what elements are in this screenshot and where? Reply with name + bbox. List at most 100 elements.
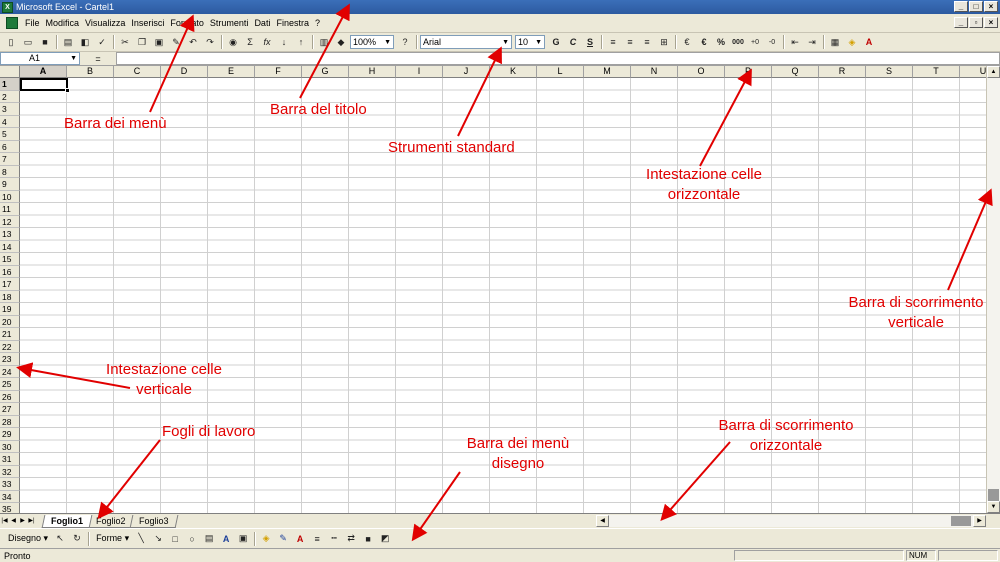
menu-finestra[interactable]: Finestra xyxy=(273,18,312,28)
column-header-n[interactable]: N xyxy=(631,66,678,78)
scroll-down-button[interactable]: ▼ xyxy=(987,501,1000,513)
row-header-35[interactable]: 35 xyxy=(0,503,20,513)
column-header-u[interactable]: U xyxy=(960,66,986,78)
save-icon[interactable]: ■ xyxy=(37,35,53,50)
fill-color-icon[interactable]: ◈ xyxy=(258,531,274,546)
redo-icon[interactable]: ↷ xyxy=(202,35,218,50)
column-header-d[interactable]: D xyxy=(161,66,208,78)
row-header-11[interactable]: 11 xyxy=(0,203,20,216)
row-header-3[interactable]: 3 xyxy=(0,103,20,116)
row-header-26[interactable]: 26 xyxy=(0,390,20,403)
function-icon[interactable]: fx xyxy=(259,35,275,50)
name-box[interactable]: A1 ▼ xyxy=(0,52,80,65)
help-icon[interactable]: ? xyxy=(397,35,413,50)
scroll-up-button[interactable]: ▲ xyxy=(987,66,1000,78)
font-size-select[interactable]: 10 ▼ xyxy=(515,35,545,49)
row-header-1[interactable]: 1 xyxy=(0,78,20,91)
row-header-7[interactable]: 7 xyxy=(0,153,20,166)
column-header-o[interactable]: O xyxy=(678,66,725,78)
format-painter-icon[interactable]: ✎ xyxy=(168,35,184,50)
font-color-icon[interactable]: A xyxy=(861,35,877,50)
row-header-29[interactable]: 29 xyxy=(0,428,20,441)
sheet-tab-foglio1[interactable]: Foglio1 xyxy=(41,514,93,528)
decrease-decimal-icon[interactable]: -0 xyxy=(764,35,780,50)
row-header-23[interactable]: 23 xyxy=(0,353,20,366)
hyperlink-icon[interactable]: ◉ xyxy=(225,35,241,50)
arrow-icon[interactable]: ↘ xyxy=(150,531,166,546)
euro-icon[interactable]: € xyxy=(679,35,695,50)
print-icon[interactable]: ▤ xyxy=(60,35,76,50)
menu-modifica[interactable]: Modifica xyxy=(43,18,83,28)
workbook-icon[interactable] xyxy=(6,17,18,29)
menu-file[interactable]: File xyxy=(22,18,43,28)
increase-decimal-icon[interactable]: +0 xyxy=(747,35,763,50)
sheet-tab-foglio3[interactable]: Foglio3 xyxy=(129,514,178,528)
rectangle-icon[interactable]: □ xyxy=(167,531,183,546)
row-header-12[interactable]: 12 xyxy=(0,215,20,228)
column-header-l[interactable]: L xyxy=(537,66,584,78)
align-right-icon[interactable]: ≡ xyxy=(639,35,655,50)
wordart-icon[interactable]: A xyxy=(218,531,234,546)
row-header-5[interactable]: 5 xyxy=(0,128,20,141)
percent-button[interactable]: % xyxy=(713,35,729,50)
line-style-icon[interactable]: ≡ xyxy=(309,531,325,546)
free-rotate-icon[interactable]: ↻ xyxy=(69,531,85,546)
row-header-8[interactable]: 8 xyxy=(0,165,20,178)
excel-app-icon[interactable]: X xyxy=(2,1,13,13)
maximize-button[interactable]: □ xyxy=(969,1,983,12)
column-header-q[interactable]: Q xyxy=(772,66,819,78)
zoom-select[interactable]: 100% ▼ xyxy=(350,35,394,49)
drawing-icon[interactable]: ◆ xyxy=(333,35,349,50)
new-icon[interactable]: ▯ xyxy=(3,35,19,50)
font-name-select[interactable]: Arial ▼ xyxy=(420,35,512,49)
horizontal-scrollbar[interactable]: ◀ ▶ xyxy=(596,515,986,527)
row-header-27[interactable]: 27 xyxy=(0,403,20,416)
menu-dati[interactable]: Dati xyxy=(251,18,273,28)
row-header-22[interactable]: 22 xyxy=(0,340,20,353)
row-header-33[interactable]: 33 xyxy=(0,478,20,491)
horizontal-scroll-thumb[interactable] xyxy=(951,516,971,526)
workbook-restore-button[interactable]: ▫ xyxy=(969,17,983,28)
vertical-scrollbar[interactable]: ▲ ▼ xyxy=(986,66,1000,513)
fill-color-icon[interactable]: ◈ xyxy=(844,35,860,50)
oval-icon[interactable]: ○ xyxy=(184,531,200,546)
shadow-icon[interactable]: ■ xyxy=(360,531,376,546)
row-header-17[interactable]: 17 xyxy=(0,278,20,291)
menu-formato[interactable]: Formato xyxy=(167,18,207,28)
column-header-c[interactable]: C xyxy=(114,66,161,78)
workbook-minimize-button[interactable]: _ xyxy=(954,17,968,28)
print-preview-icon[interactable]: ◧ xyxy=(77,35,93,50)
currency-button[interactable]: € xyxy=(696,35,712,50)
copy-icon[interactable]: ❐ xyxy=(134,35,150,50)
row-header-21[interactable]: 21 xyxy=(0,328,20,341)
row-header-30[interactable]: 30 xyxy=(0,440,20,453)
chart-wizard-icon[interactable]: ▥ xyxy=(316,35,332,50)
thousands-button[interactable]: 000 xyxy=(730,35,746,50)
clipart-icon[interactable]: ▣ xyxy=(235,531,251,546)
underline-button[interactable]: S xyxy=(582,35,598,50)
draw-menu[interactable]: Disegno ▾ xyxy=(4,533,52,544)
row-header-9[interactable]: 9 xyxy=(0,178,20,191)
row-header-2[interactable]: 2 xyxy=(0,90,20,103)
row-header-28[interactable]: 28 xyxy=(0,415,20,428)
column-header-g[interactable]: G xyxy=(302,66,349,78)
undo-icon[interactable]: ↶ xyxy=(185,35,201,50)
row-header-15[interactable]: 15 xyxy=(0,253,20,266)
column-header-f[interactable]: F xyxy=(255,66,302,78)
column-header-m[interactable]: M xyxy=(584,66,631,78)
column-header-r[interactable]: R xyxy=(819,66,866,78)
sheet-tab-foglio2[interactable]: Foglio2 xyxy=(86,514,135,528)
font-color-icon[interactable]: A xyxy=(292,531,308,546)
spelling-icon[interactable]: ✓ xyxy=(94,35,110,50)
menu-strumenti[interactable]: Strumenti xyxy=(207,18,252,28)
align-center-icon[interactable]: ≡ xyxy=(622,35,638,50)
sort-descending-icon[interactable]: ↑ xyxy=(293,35,309,50)
minimize-button[interactable]: _ xyxy=(954,1,968,12)
row-header-18[interactable]: 18 xyxy=(0,290,20,303)
sort-ascending-icon[interactable]: ↓ xyxy=(276,35,292,50)
autoshapes-menu[interactable]: Forme ▾ xyxy=(92,533,133,544)
column-header-j[interactable]: J xyxy=(443,66,490,78)
open-icon[interactable]: ▭ xyxy=(20,35,36,50)
row-header-4[interactable]: 4 xyxy=(0,115,20,128)
column-header-i[interactable]: I xyxy=(396,66,443,78)
